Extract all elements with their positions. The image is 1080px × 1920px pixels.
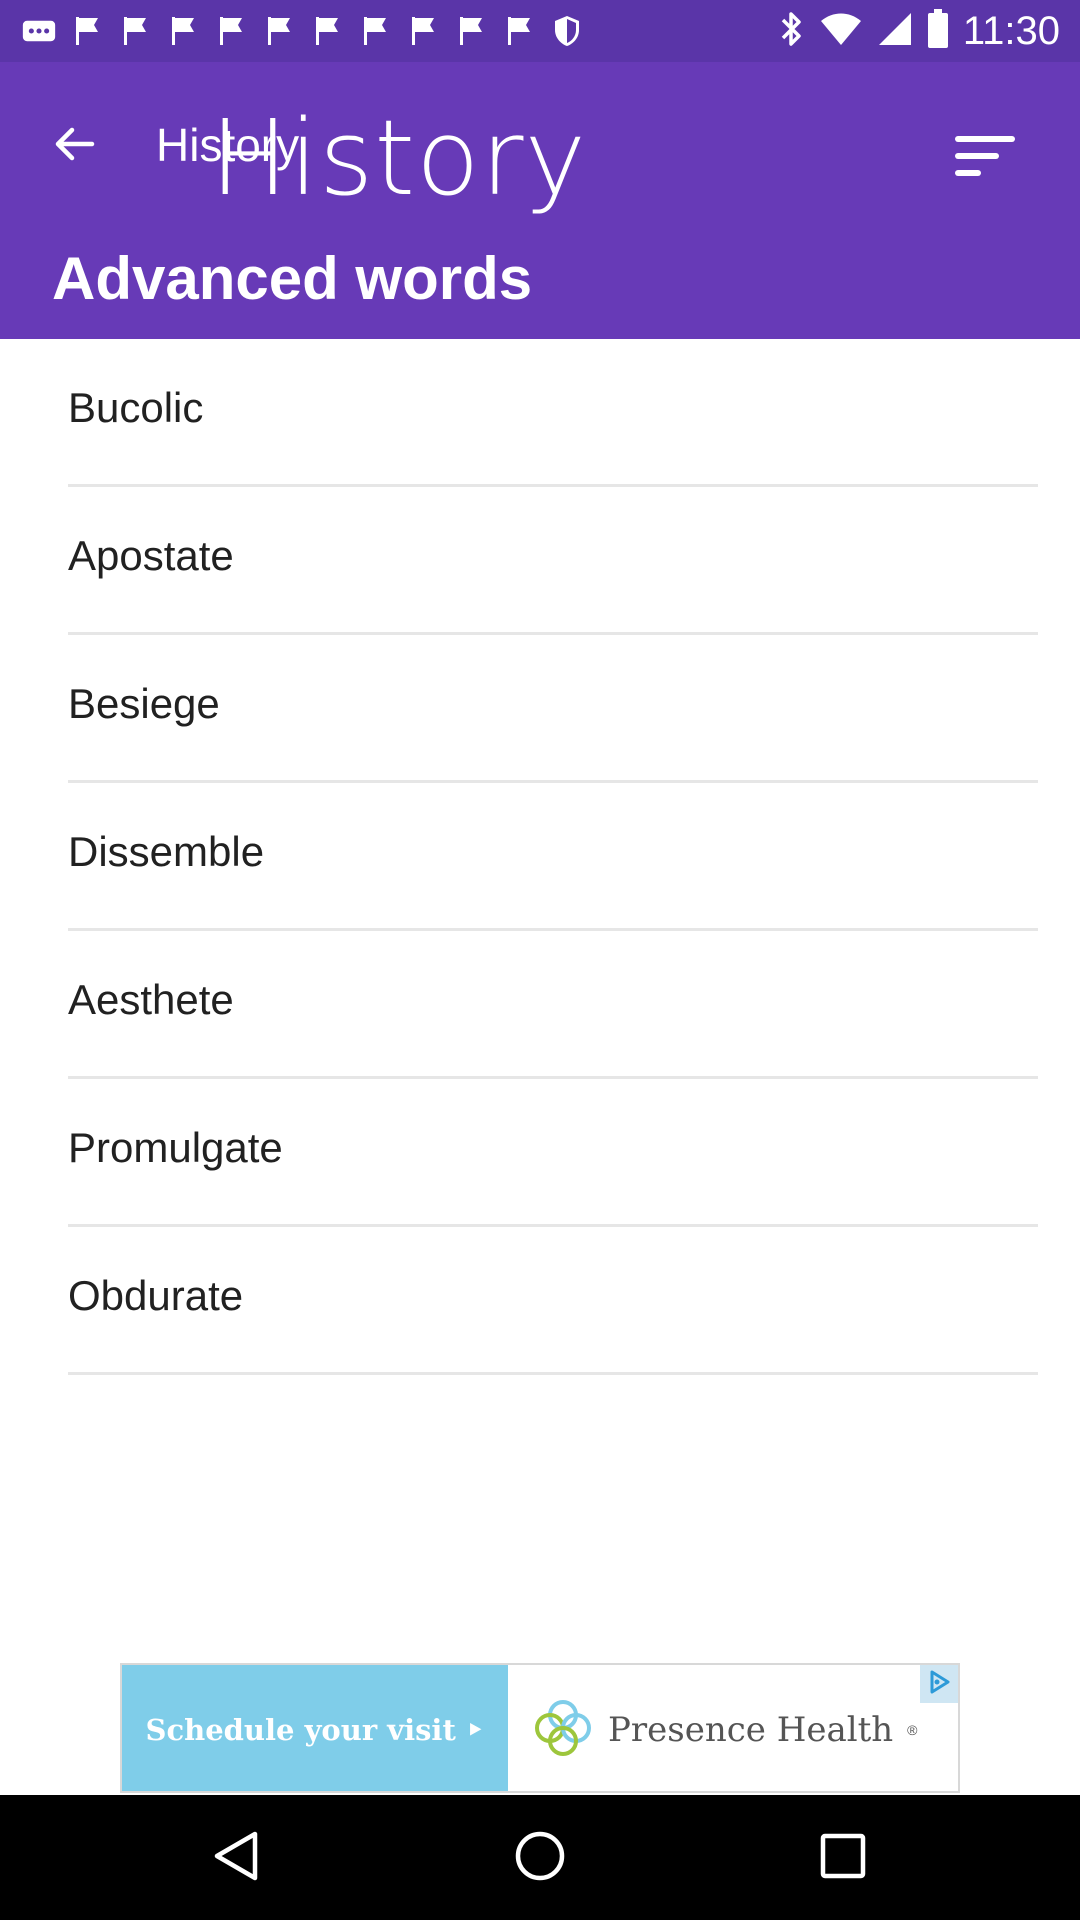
sort-icon bbox=[953, 134, 1017, 183]
shield-icon bbox=[550, 14, 584, 48]
status-time: 11:30 bbox=[962, 8, 1060, 53]
list-item[interactable]: Apostate bbox=[68, 487, 1038, 635]
flag-icon bbox=[118, 14, 152, 48]
list-item[interactable]: Aesthete bbox=[68, 931, 1038, 1079]
list-item[interactable]: Bucolic bbox=[68, 339, 1038, 487]
list-item[interactable]: Promulgate bbox=[68, 1079, 1038, 1227]
ad-banner[interactable]: Schedule your visit ‣ Presence Health ® bbox=[120, 1663, 960, 1793]
word-label: Besiege bbox=[68, 679, 220, 727]
word-label: Dissemble bbox=[68, 827, 265, 875]
word-label: Aesthete bbox=[68, 975, 234, 1023]
notification-icons bbox=[22, 8, 584, 54]
ad-cta-button[interactable]: Schedule your visit ‣ bbox=[122, 1665, 508, 1791]
word-label: Obdurate bbox=[68, 1271, 244, 1319]
flag-icon bbox=[310, 14, 344, 48]
flag-icon bbox=[214, 14, 248, 48]
status-bar: 11:30 bbox=[0, 0, 1080, 62]
flag-icon bbox=[502, 14, 536, 48]
nav-home-button[interactable] bbox=[509, 1827, 571, 1889]
home-circle-icon bbox=[514, 1830, 566, 1887]
list-item[interactable]: Dissemble bbox=[68, 783, 1038, 931]
battery-icon bbox=[927, 8, 949, 54]
arrow-back-icon bbox=[52, 122, 96, 171]
flag-icon bbox=[406, 14, 440, 48]
ad-brand-name: Presence Health bbox=[608, 1710, 894, 1750]
back-triangle-icon bbox=[213, 1830, 259, 1887]
system-icons: 11:30 bbox=[779, 6, 1060, 56]
navigation-bar bbox=[0, 1795, 1080, 1920]
signal-icon bbox=[877, 11, 913, 52]
flag-icon bbox=[262, 14, 296, 48]
sort-button[interactable] bbox=[950, 128, 1020, 188]
more-dots-icon bbox=[22, 14, 56, 48]
word-label: Promulgate bbox=[68, 1123, 283, 1171]
nav-recents-button[interactable] bbox=[812, 1827, 874, 1889]
flag-icon bbox=[454, 14, 488, 48]
flag-icon bbox=[70, 14, 104, 48]
list-subtitle: Advanced words bbox=[52, 245, 533, 312]
bluetooth-icon bbox=[779, 9, 805, 54]
ad-choices-button[interactable] bbox=[920, 1665, 958, 1703]
nav-back-button[interactable] bbox=[205, 1827, 267, 1889]
list-item[interactable]: Besiege bbox=[68, 635, 1038, 783]
back-button[interactable] bbox=[44, 116, 104, 176]
adchoices-icon bbox=[926, 1669, 952, 1700]
ad-brand-mark: ® bbox=[907, 1722, 918, 1738]
recents-square-icon bbox=[819, 1832, 867, 1885]
wifi-icon bbox=[819, 11, 863, 52]
flag-icon bbox=[166, 14, 200, 48]
list-item[interactable]: Obdurate bbox=[68, 1227, 1038, 1375]
presence-health-logo-icon bbox=[532, 1697, 594, 1764]
word-label: Apostate bbox=[68, 531, 234, 579]
word-label: Bucolic bbox=[68, 383, 204, 431]
page-title: History bbox=[156, 119, 300, 171]
flag-icon bbox=[358, 14, 392, 48]
word-list: Bucolic Apostate Besiege Dissemble Aesth… bbox=[0, 339, 1080, 1375]
app-bar: History History Advanced words bbox=[0, 62, 1080, 339]
ad-brand: Presence Health ® bbox=[532, 1665, 918, 1791]
